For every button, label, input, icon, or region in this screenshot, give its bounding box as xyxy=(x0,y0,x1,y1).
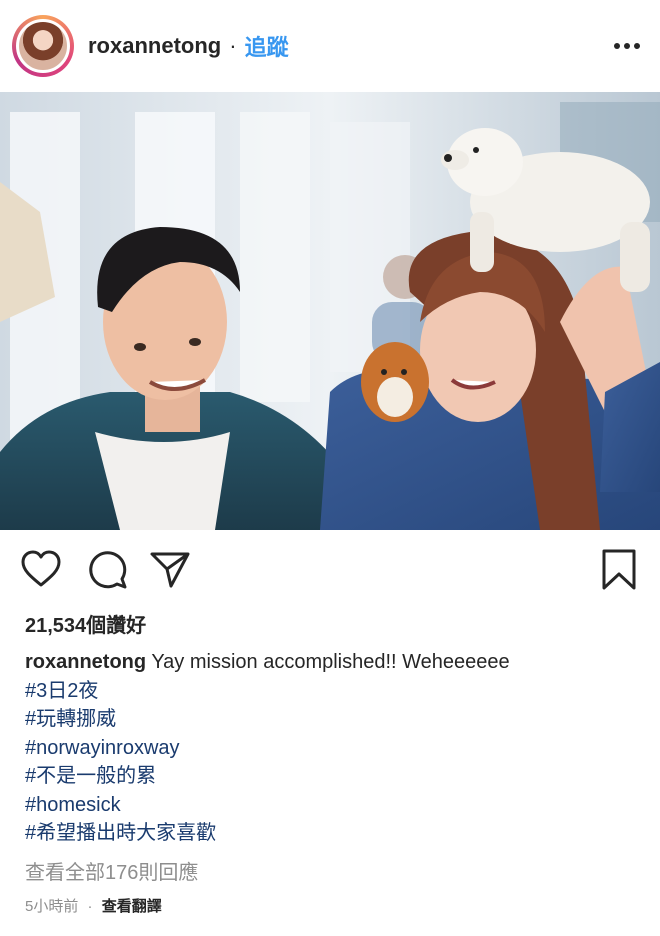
caption-text: Yay mission accomplished!! Weheeeeee xyxy=(151,651,510,673)
likes-count[interactable]: 21,534個讚好 xyxy=(25,609,146,638)
see-translation-link[interactable]: 查看翻譯 xyxy=(102,898,162,915)
hashtag-link[interactable]: #3日2夜 xyxy=(25,677,510,706)
footer-separator: · xyxy=(87,898,93,915)
caption-first-line: roxannetong Yay mission accomplished!! W… xyxy=(25,648,510,677)
caption-username[interactable]: roxannetong xyxy=(25,651,146,673)
share-icon[interactable] xyxy=(149,550,191,595)
heart-icon[interactable] xyxy=(20,549,62,594)
header-separator: · xyxy=(229,33,237,58)
timestamp: 5小時前 xyxy=(25,898,79,915)
comment-icon[interactable] xyxy=(86,549,128,596)
follow-button[interactable]: 追蹤 xyxy=(245,30,289,62)
post-footer: 5小時前 · 查看翻譯 xyxy=(25,895,162,916)
post-header: roxannetong · 追蹤 xyxy=(0,0,660,92)
bookmark-icon[interactable] xyxy=(600,548,638,597)
post-photo[interactable] xyxy=(0,92,660,530)
hashtag-link[interactable]: #希望播出時大家喜歡 xyxy=(25,819,510,848)
caption: roxannetong Yay mission accomplished!! W… xyxy=(25,648,510,848)
view-all-comments-link[interactable]: 查看全部176則回應 xyxy=(25,856,198,885)
avatar-image xyxy=(16,19,70,73)
more-icon[interactable] xyxy=(610,29,644,63)
hashtag-link[interactable]: #norwayinroxway xyxy=(25,734,510,763)
header-username[interactable]: roxannetong xyxy=(88,33,221,59)
hashtag-link[interactable]: #homesick xyxy=(25,791,510,820)
avatar[interactable] xyxy=(12,15,74,77)
hashtag-link[interactable]: #玩轉挪威 xyxy=(25,705,510,734)
hashtag-link[interactable]: #不是一般的累 xyxy=(25,762,510,791)
post-photo-illustration xyxy=(0,92,660,530)
action-bar xyxy=(0,530,660,610)
